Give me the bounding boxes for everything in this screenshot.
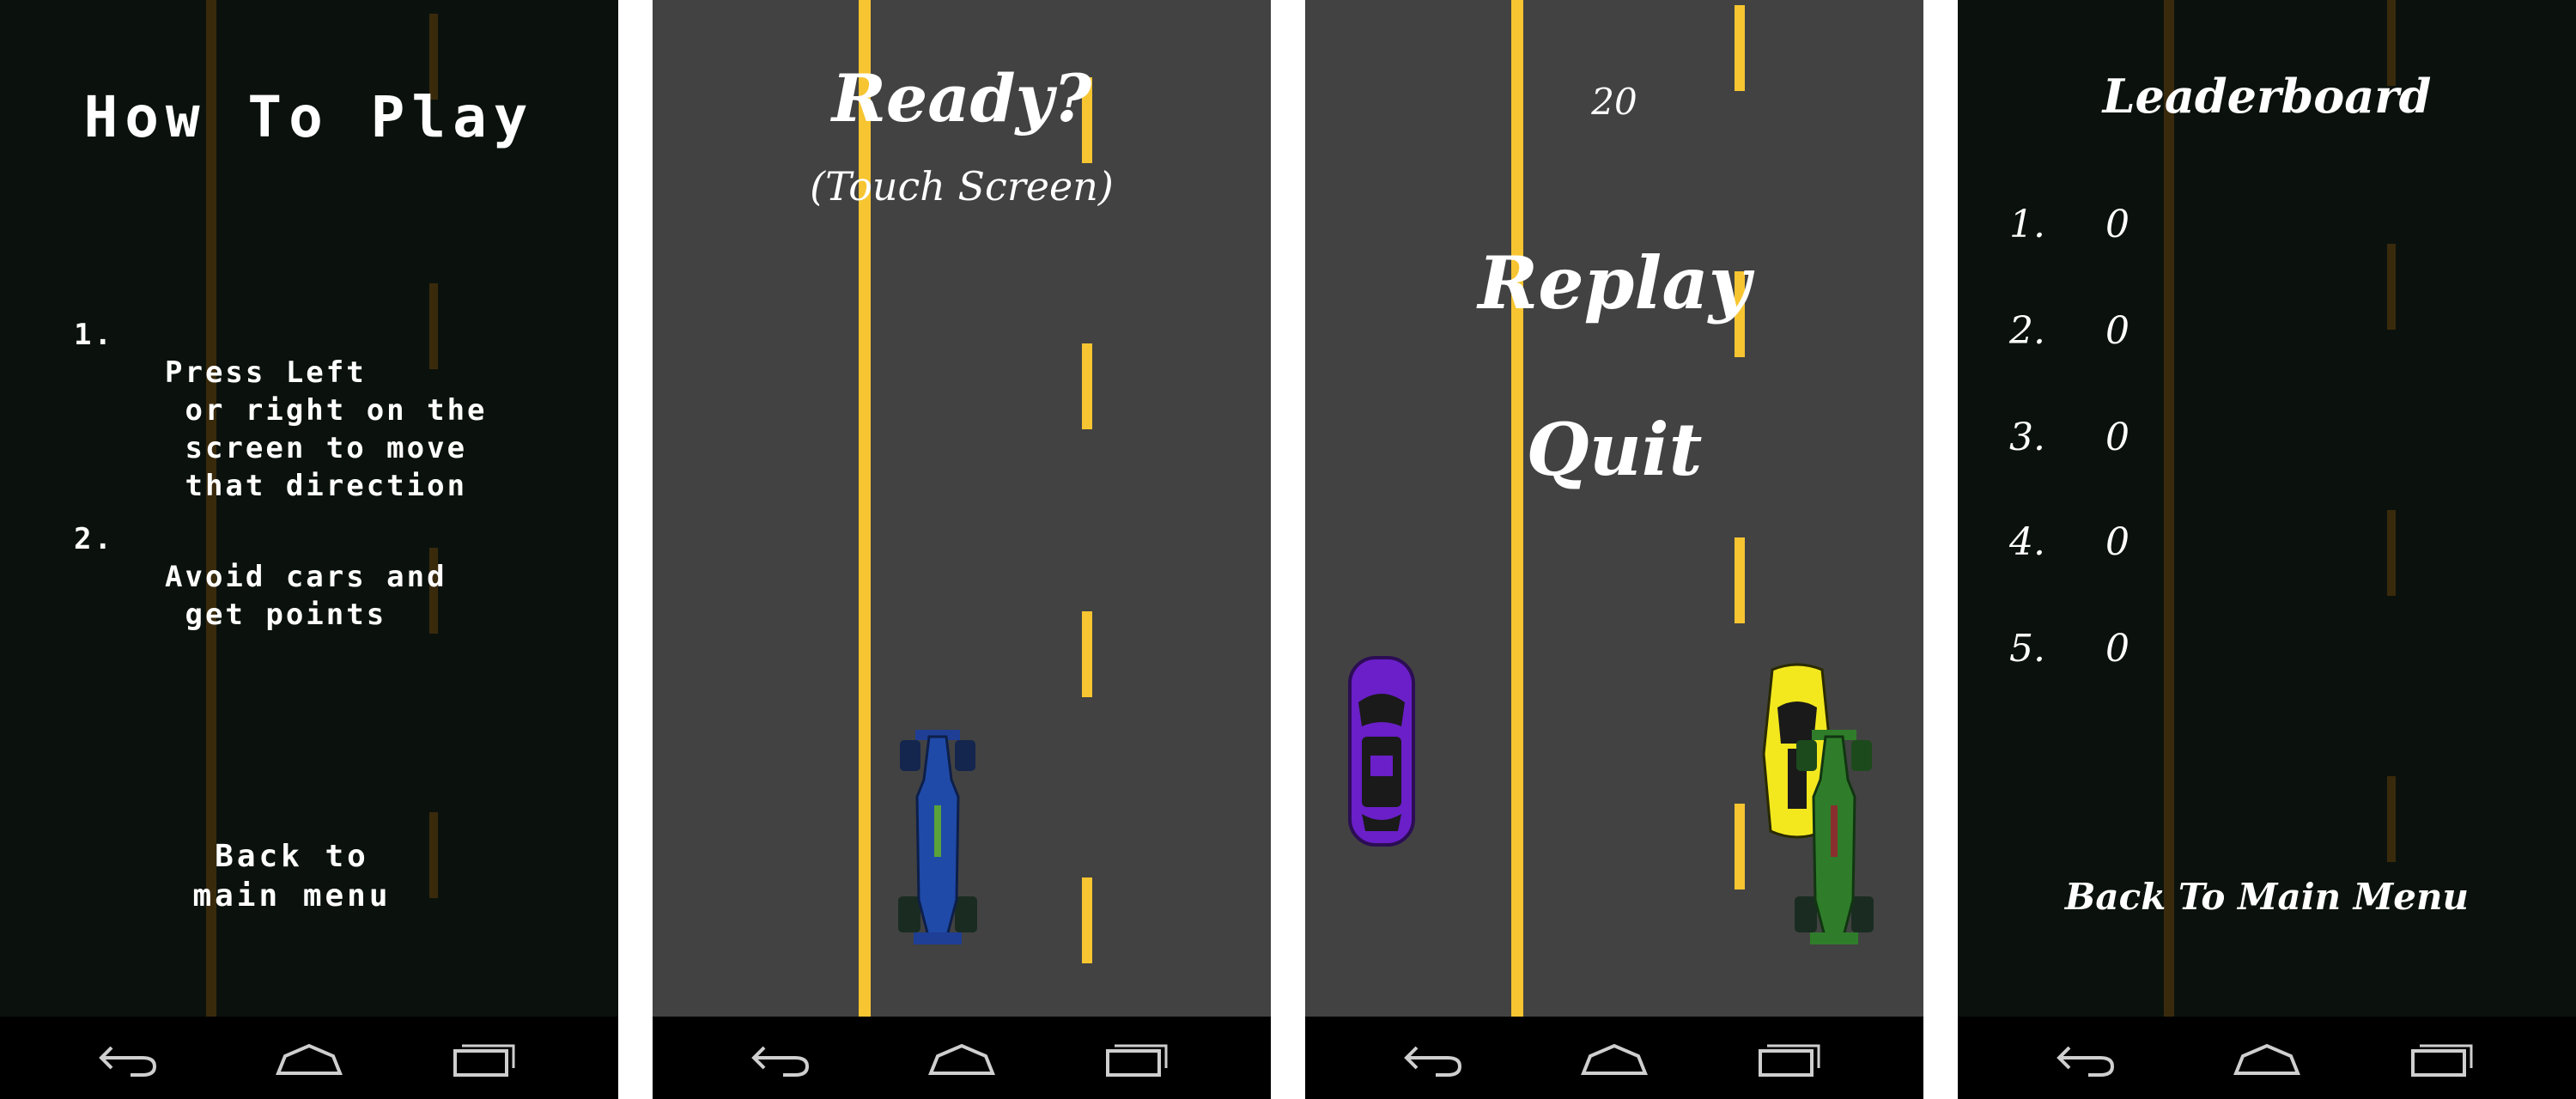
score-value: 0	[2105, 203, 2129, 246]
leaderboard-screen: Leaderboard 1. 0 2. 0 3. 0 4. 0 5. 0 Bac…	[1958, 0, 2576, 1099]
lane-dash	[1082, 343, 1092, 429]
lane-dash	[1735, 537, 1745, 623]
instruction-step-1: 1. Press Left or right on the screen to …	[0, 278, 485, 503]
back-arrow-icon	[99, 1046, 157, 1077]
purple-sedan-car	[1348, 656, 1415, 847]
back-arrow-icon	[751, 1046, 810, 1077]
home-icon	[276, 1043, 343, 1075]
nav-back-button[interactable]	[1391, 1034, 1477, 1082]
home-icon	[928, 1043, 995, 1075]
nav-recents-button[interactable]	[438, 1034, 524, 1082]
rank-label: 3.	[2009, 416, 2045, 459]
score-value: 0	[2105, 309, 2129, 353]
player-race-car-blue	[898, 730, 977, 944]
road-edge-line	[859, 0, 871, 1017]
system-nav-bar	[1958, 1017, 2576, 1099]
dim-lane-dash	[2387, 510, 2396, 596]
how-to-play-screen: How To Play 1. Press Left or right on th…	[0, 0, 618, 1099]
nav-recents-button[interactable]	[1091, 1034, 1176, 1082]
step-text: Press Left or right on the screen to mov…	[165, 355, 488, 503]
lane-dash	[1735, 804, 1745, 890]
rank-label: 5.	[2009, 627, 2045, 671]
step-number: 1.	[74, 318, 114, 352]
rank-label: 1.	[2009, 203, 2045, 246]
nav-back-button[interactable]	[86, 1034, 172, 1082]
step-number: 2.	[74, 522, 114, 556]
score-value: 0	[2105, 520, 2129, 564]
nav-back-button[interactable]	[738, 1034, 824, 1082]
dim-lane-dash	[2387, 244, 2396, 330]
nav-recents-button[interactable]	[1743, 1034, 1829, 1082]
recents-icon	[1106, 1044, 1168, 1077]
player-race-car-green	[1795, 730, 1874, 944]
system-nav-bar	[1305, 1017, 1923, 1099]
back-to-main-menu-button[interactable]: Back To Main Menu	[1958, 876, 2576, 918]
nav-recents-button[interactable]	[2396, 1034, 2482, 1082]
quit-button[interactable]: Quit	[1305, 407, 1923, 492]
nav-home-button[interactable]	[919, 1034, 1005, 1082]
road-edge-line	[1511, 0, 1523, 1017]
rank-label: 4.	[2009, 520, 2045, 564]
score-display: 20	[1591, 81, 1637, 123]
ready-screen[interactable]: Ready? (Touch Screen)	[653, 0, 1271, 1099]
dim-road-line	[2164, 0, 2174, 1017]
recents-icon	[2411, 1044, 2473, 1077]
game-over-screen: 20 Replay Quit	[1305, 0, 1923, 1099]
back-arrow-icon	[2057, 1046, 2115, 1077]
recents-icon	[1759, 1044, 1820, 1077]
instruction-step-2: 2. Avoid cars and get points	[0, 483, 445, 634]
nav-home-button[interactable]	[1571, 1034, 1657, 1082]
back-to-main-menu-button[interactable]: Back to main menu	[0, 837, 584, 916]
score-value: 0	[2105, 416, 2129, 459]
nav-home-button[interactable]	[266, 1034, 352, 1082]
back-arrow-icon	[1404, 1046, 1462, 1077]
lane-dash	[1082, 611, 1092, 697]
recents-icon	[453, 1044, 515, 1077]
lane-dash	[1082, 877, 1092, 963]
step-text: Avoid cars and get points	[165, 560, 447, 632]
lane-dash	[1735, 5, 1745, 91]
leaderboard-title: Leaderboard	[2102, 69, 2432, 124]
nav-back-button[interactable]	[2044, 1034, 2129, 1082]
rank-label: 2.	[2009, 309, 2045, 353]
dim-lane-dash	[2387, 776, 2396, 862]
touch-screen-hint: (Touch Screen)	[810, 163, 1114, 209]
system-nav-bar	[653, 1017, 1271, 1099]
ready-title: Ready?	[831, 60, 1092, 137]
replay-button[interactable]: Replay	[1305, 240, 1923, 325]
home-icon	[2233, 1043, 2300, 1075]
nav-home-button[interactable]	[2224, 1034, 2310, 1082]
how-to-play-title: How To Play	[83, 84, 535, 150]
score-value: 0	[2105, 627, 2129, 671]
system-nav-bar	[0, 1017, 618, 1099]
home-icon	[1581, 1043, 1648, 1075]
